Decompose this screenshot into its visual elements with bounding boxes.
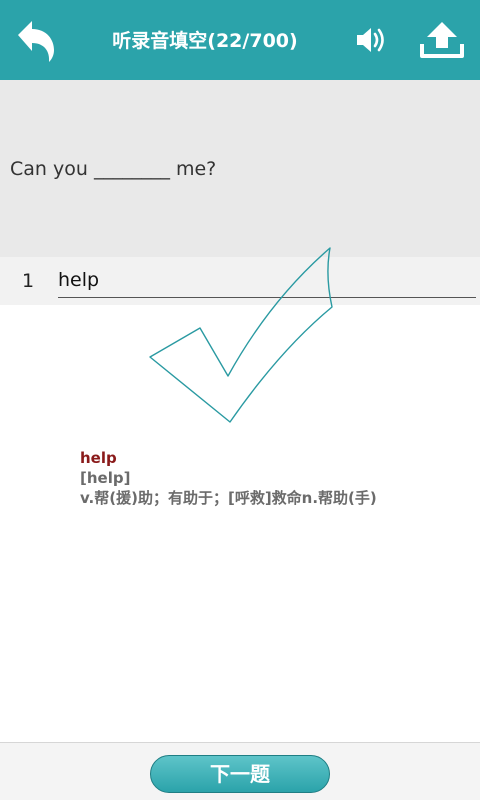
answer-input[interactable] — [58, 265, 476, 298]
answer-number: 1 — [22, 270, 35, 292]
upload-button[interactable] — [412, 0, 472, 80]
question-area: Can you ________ me? — [0, 80, 480, 257]
upload-icon — [420, 22, 464, 58]
speaker-icon — [357, 28, 384, 52]
bottom-bar: 下一题 — [0, 742, 480, 800]
answer-row: 1 — [0, 257, 480, 305]
question-text: Can you ________ me? — [10, 158, 217, 180]
play-audio-button[interactable] — [344, 0, 400, 80]
header-bar: 听录音填空(22/700) — [0, 0, 480, 80]
definition-block: help [help] v.帮(援)助；有助于；[呼救]救命n.帮助(手) — [80, 448, 377, 508]
back-arrow-icon — [18, 21, 54, 62]
definition-word: help — [80, 449, 117, 467]
page-title: 听录音填空(22/700) — [112, 30, 298, 52]
next-question-button[interactable]: 下一题 — [150, 755, 330, 793]
definition-phonetic: [help] — [80, 469, 131, 487]
app-screen: 听录音填空(22/700) Can you ________ me? 1 hel… — [0, 0, 480, 800]
definition-meaning: v.帮(援)助；有助于；[呼救]救命n.帮助(手) — [80, 489, 377, 507]
back-button[interactable] — [8, 0, 64, 80]
